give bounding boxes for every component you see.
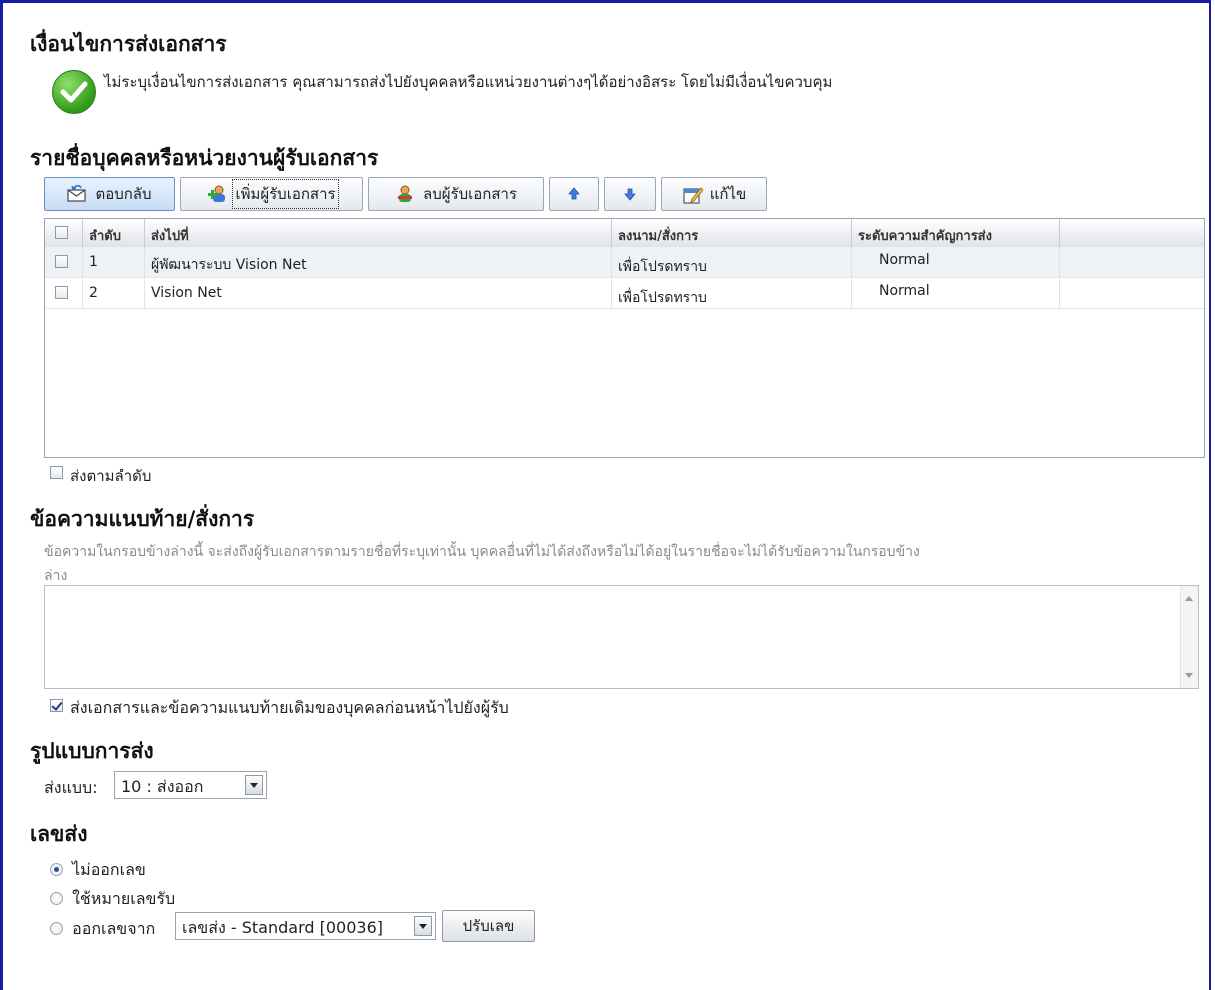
conditions-message: ไม่ระบุเงื่อนไขการส่งเอกสาร คุณสามารถส่ง…	[104, 73, 833, 91]
reply-button[interactable]: ตอบกลับ	[44, 177, 175, 211]
row-priority: Normal	[852, 247, 1060, 278]
number-series-value: เลขส่ง - Standard [00036]	[182, 918, 383, 937]
grid-header: ลำดับ ส่งไปที่ ลงนาม/สั่งการ ระดับความสำ…	[45, 219, 1204, 248]
reply-label: ตอบกลับ	[95, 185, 152, 203]
row-order: 1	[83, 247, 145, 278]
row-send-to: ผู้พัฒนาระบบ Vision Net	[145, 247, 612, 278]
chevron-down-icon[interactable]	[414, 916, 432, 936]
radio-use-receive-dot[interactable]	[50, 892, 63, 905]
recipients-grid: ลำดับ ส่งไปที่ ลงนาม/สั่งการ ระดับความสำ…	[44, 218, 1205, 458]
row-action: เพื่อโปรดทราบ	[612, 247, 852, 278]
radio-number-from[interactable]: ออกเลขจาก	[50, 917, 155, 942]
row-priority: Normal	[852, 278, 1060, 309]
send-format-value: 10 : ส่งออก	[121, 777, 204, 796]
header-send-to[interactable]: ส่งไปที่	[145, 219, 612, 247]
row-order: 2	[83, 278, 145, 309]
recipients-heading: รายชื่อบุคคลหรือหน่วยงานผู้รับเอกสาร	[30, 145, 379, 170]
radio-use-receive-number[interactable]: ใช้หมายเลขรับ	[50, 887, 175, 912]
table-row[interactable]: 1 ผู้พัฒนาระบบ Vision Net เพื่อโปรดทราบ …	[45, 247, 1204, 278]
row-action: เพื่อโปรดทราบ	[612, 278, 852, 309]
note-hint-line1: ข้อความในกรอบข้างล่างนี้ จะส่งถึงผู้รับเ…	[44, 544, 920, 560]
forward-note-checkbox[interactable]	[50, 697, 63, 716]
remove-recipient-label: ลบผู้รับเอกสาร	[423, 185, 517, 203]
note-textarea[interactable]	[44, 585, 1199, 689]
table-row[interactable]: 2 Vision Net เพื่อโปรดทราบ Normal	[45, 278, 1204, 309]
radio-no-number-dot[interactable]	[50, 863, 63, 876]
radio-no-number[interactable]: ไม่ออกเลข	[50, 858, 146, 883]
move-down-button[interactable]	[604, 177, 656, 211]
number-series-select[interactable]: เลขส่ง - Standard [00036]	[175, 912, 436, 940]
add-recipient-label: เพิ่มผู้รับเอกสาร	[232, 179, 339, 209]
remove-recipient-button[interactable]: ลบผู้รับเอกสาร	[368, 177, 544, 211]
check-icon	[52, 70, 96, 114]
radio-use-receive-label: ใช้หมายเลขรับ	[72, 889, 176, 908]
header-order[interactable]: ลำดับ	[83, 219, 145, 247]
remove-user-icon	[395, 185, 415, 203]
send-in-order-checkbox[interactable]	[50, 464, 63, 483]
row-send-to: Vision Net	[145, 278, 612, 309]
send-number-heading: เลขส่ง	[30, 821, 88, 846]
send-format-heading: รูปแบบการส่ง	[30, 738, 154, 763]
send-format-select[interactable]: 10 : ส่งออก	[114, 771, 267, 799]
radio-number-from-dot[interactable]	[50, 922, 63, 935]
move-up-button[interactable]	[549, 177, 599, 211]
radio-number-from-label: ออกเลขจาก	[72, 919, 156, 938]
header-action[interactable]: ลงนาม/สั่งการ	[612, 219, 852, 247]
send-format-label: ส่งแบบ:	[44, 778, 98, 797]
add-user-icon	[207, 185, 227, 203]
send-in-order-label: ส่งตามลำดับ	[70, 467, 152, 485]
edit-label: แก้ไข	[709, 185, 747, 203]
conditions-heading: เงื่อนไขการส่งเอกสาร	[30, 31, 227, 56]
adjust-number-label: ปรับเลข	[462, 917, 515, 935]
forward-note-label: ส่งเอกสารและข้อความแนบท้ายเดิมของบุคคลก่…	[70, 698, 509, 717]
row-checkbox[interactable]	[55, 286, 68, 299]
edit-button[interactable]: แก้ไข	[661, 177, 767, 211]
radio-no-number-label: ไม่ออกเลข	[72, 860, 146, 879]
adjust-number-button[interactable]: ปรับเลข	[442, 910, 535, 942]
note-hint-line2: ล่าง	[44, 568, 68, 584]
select-all-checkbox[interactable]	[55, 226, 68, 239]
header-select-all[interactable]	[45, 219, 83, 247]
note-heading: ข้อความแนบท้าย/สั่งการ	[30, 506, 255, 531]
row-checkbox[interactable]	[55, 255, 68, 268]
reply-envelope-icon	[67, 185, 87, 203]
arrow-down-icon	[620, 185, 640, 203]
textarea-scrollbar[interactable]	[1180, 586, 1198, 688]
chevron-down-icon[interactable]	[245, 775, 263, 795]
edit-icon	[682, 185, 704, 204]
arrow-up-icon	[564, 185, 584, 203]
header-priority[interactable]: ระดับความสำคัญการส่ง	[852, 219, 1060, 247]
add-recipient-button[interactable]: เพิ่มผู้รับเอกสาร	[180, 177, 363, 211]
